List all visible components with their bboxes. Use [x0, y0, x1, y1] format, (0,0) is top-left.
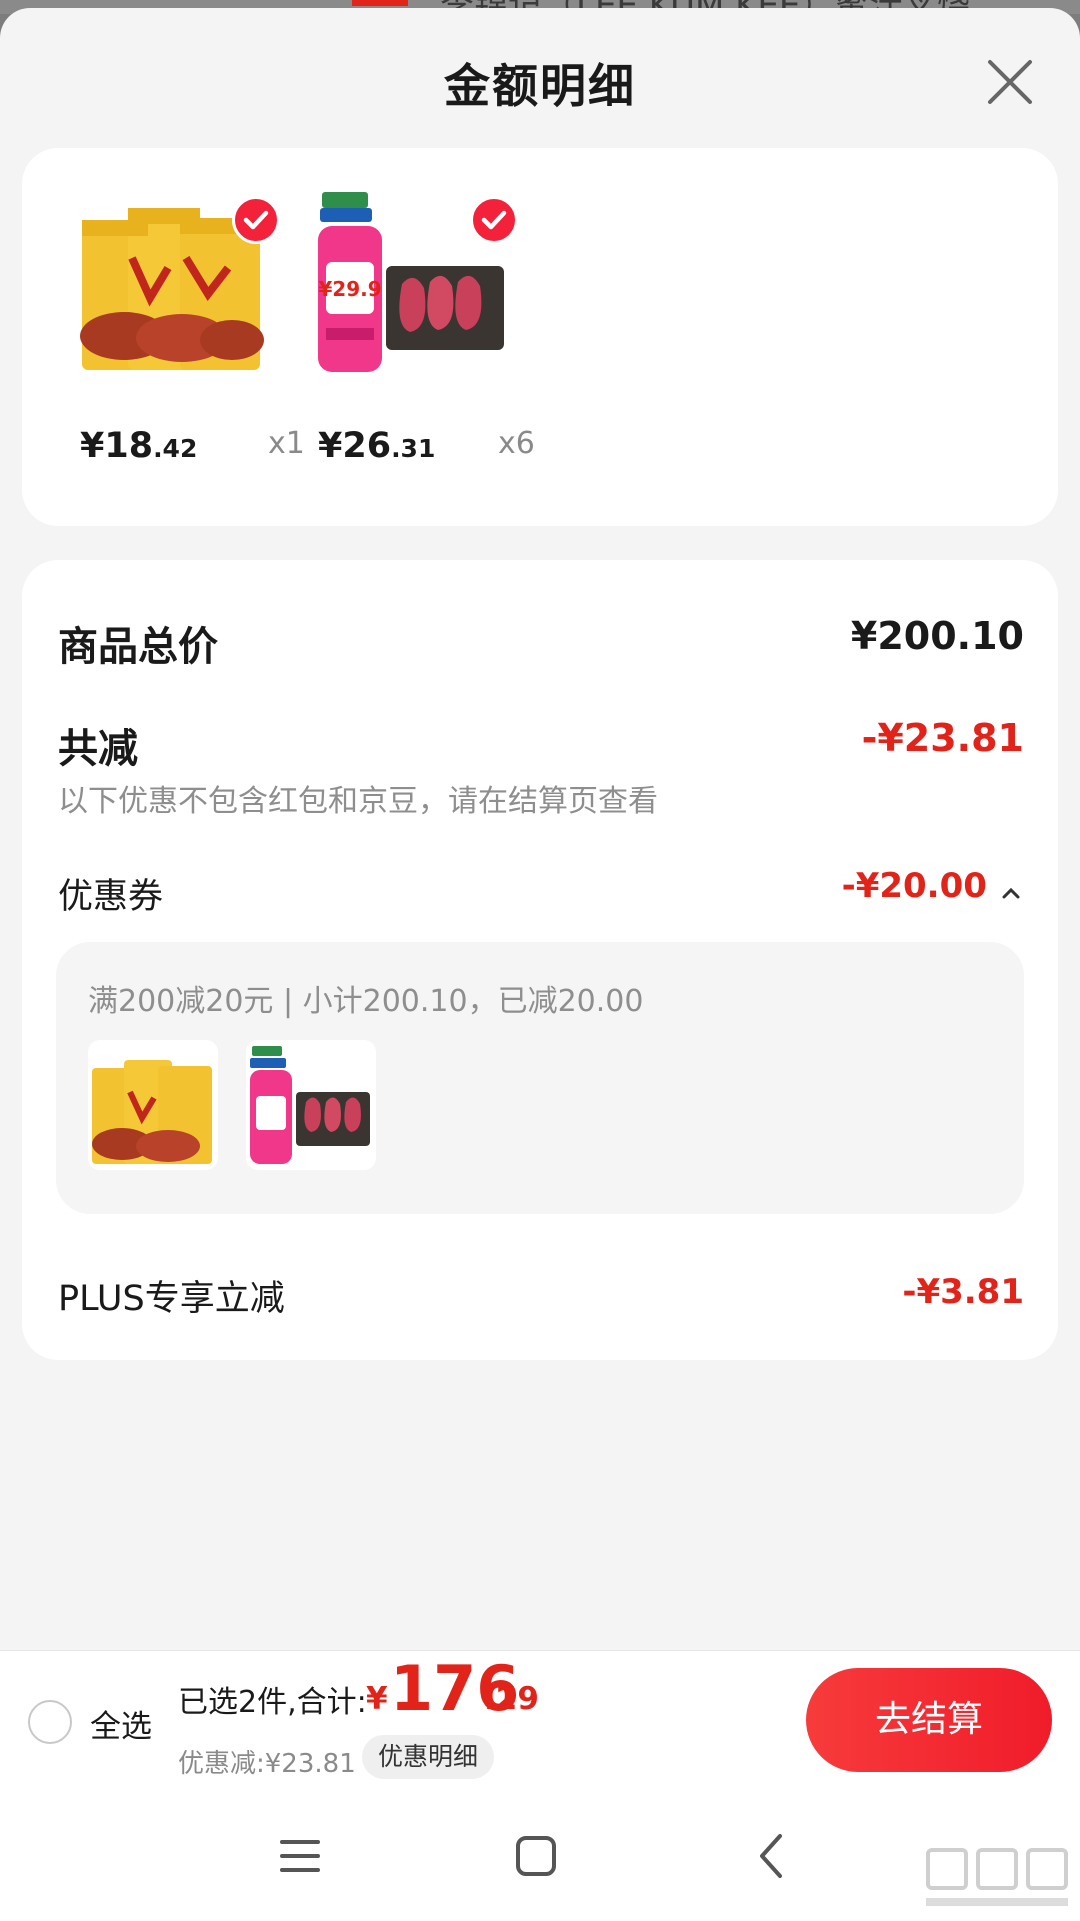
close-icon [988, 60, 1032, 104]
home-icon [516, 1836, 556, 1876]
checkout-button[interactable]: 去结算 [806, 1668, 1052, 1772]
close-button[interactable] [980, 52, 1040, 112]
discount-amount: 优惠减:¥23.81 [178, 1749, 356, 1779]
menu-icon [280, 1840, 320, 1872]
total-amount-dec: .29 [484, 1681, 539, 1717]
product-quantity: x1 [268, 426, 305, 461]
lamb-chops-thumb [250, 1046, 370, 1164]
coupon-description: 满200减20元 | 小计200.10，已减20.00 [88, 984, 644, 1019]
coupon-label: 优惠券 [58, 877, 164, 917]
amount-detail-sheet: 金额明细 ¥18.42 x1 ¥29.9 ¥26.31 x6 商品总价 ¥200… [0, 8, 1080, 1921]
watermark-logo [926, 1848, 1068, 1906]
system-nav-bar [0, 1790, 1080, 1921]
products-card: ¥18.42 x1 ¥29.9 ¥26.31 x6 [22, 148, 1058, 526]
coupon-product-thumb-2 [246, 1040, 376, 1170]
checked-icon[interactable] [470, 196, 518, 244]
promo-price-text: ¥29.9 [318, 277, 381, 301]
discount-note: 以下优惠不包含红包和京豆，请在结算页查看 [58, 784, 658, 819]
plus-discount-label: PLUS专享立减 [58, 1279, 285, 1319]
total-price-value: ¥200.10 [850, 614, 1024, 658]
total-reduce-value: -¥23.81 [861, 716, 1024, 760]
price-summary-card: 商品总价 ¥200.10 共减 -¥23.81 以下优惠不包含红包和京豆，请在结… [22, 560, 1058, 1360]
product-price: ¥26.31 [318, 426, 436, 466]
coupon-detail-box: 满200减20元 | 小计200.10，已减20.00 [56, 942, 1024, 1214]
select-all-checkbox[interactable] [28, 1700, 72, 1744]
checked-icon[interactable] [232, 196, 280, 244]
back-button[interactable] [742, 1826, 802, 1886]
product-quantity: x6 [498, 426, 535, 461]
product-price: ¥18.42 [80, 426, 198, 466]
home-button[interactable] [506, 1826, 566, 1886]
discount-detail-button[interactable]: 优惠明细 [362, 1735, 495, 1779]
product-item-1[interactable]: ¥18.42 x1 [76, 188, 305, 488]
coupon-product-thumb-1 [88, 1040, 218, 1170]
total-price-label: 商品总价 [58, 624, 218, 670]
total-currency: ¥ [366, 1681, 388, 1717]
checkout-bar: 全选 已选2件,合计: ¥ 176 .29 优惠减:¥23.81 优惠明细 去结… [0, 1650, 1080, 1790]
selected-count: 已选2件,合计: [178, 1685, 367, 1720]
back-icon [760, 1834, 782, 1878]
recent-apps-button[interactable] [270, 1826, 330, 1886]
coupon-toggle[interactable]: -¥20.00 [842, 866, 1024, 906]
select-all-label: 全选 [90, 1709, 152, 1745]
char-siu-sauce-thumb [92, 1060, 212, 1164]
product-item-2[interactable]: ¥29.9 ¥26.31 x6 [314, 188, 535, 488]
coupon-value: -¥20.00 [841, 866, 987, 906]
plus-discount-value: -¥3.81 [902, 1272, 1024, 1312]
sheet-title: 金额明细 [444, 59, 636, 113]
chevron-up-icon [1002, 887, 1020, 898]
total-reduce-label: 共减 [58, 726, 138, 772]
brand-mark [352, 0, 408, 6]
